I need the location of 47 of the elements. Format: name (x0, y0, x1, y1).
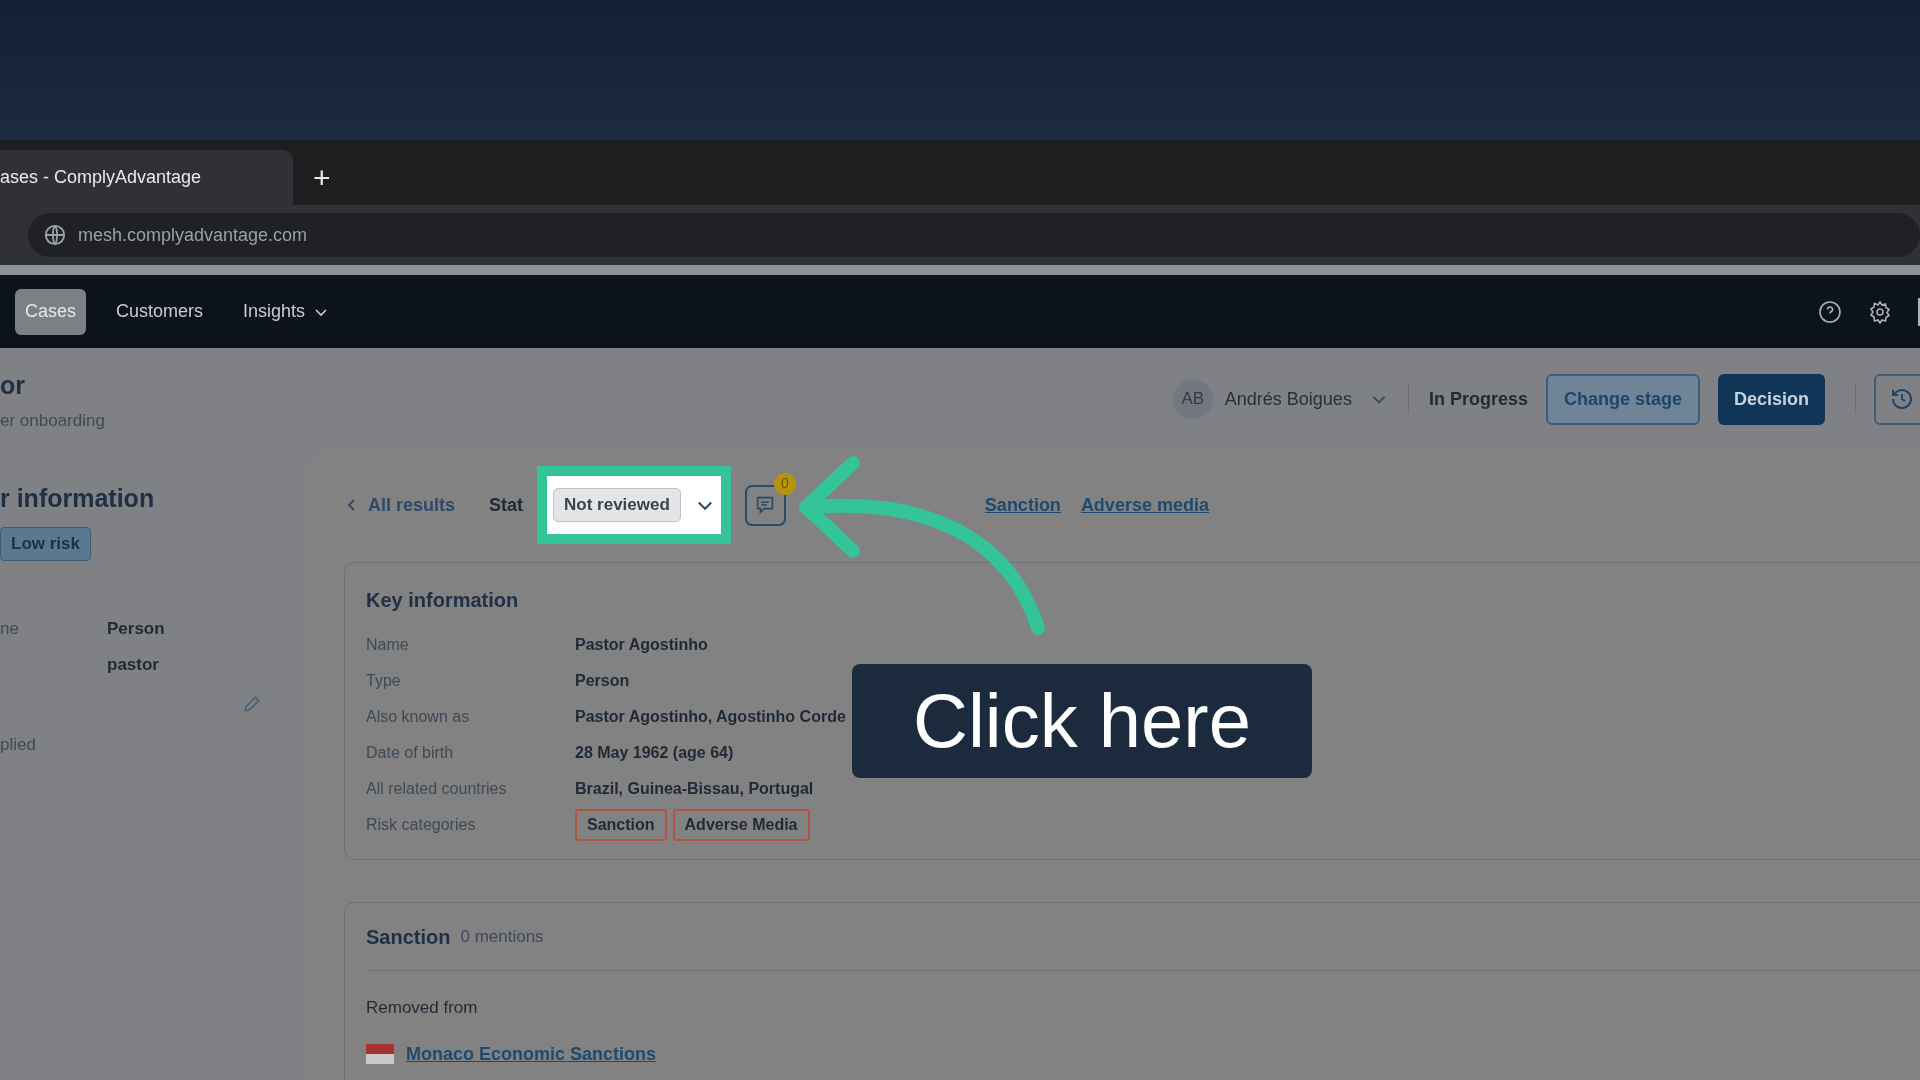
section-title: r information (0, 482, 156, 514)
history-button[interactable] (1874, 373, 1920, 425)
callout-label: Click here (852, 664, 1312, 778)
field-label: Name (366, 635, 410, 655)
decision-button[interactable]: Decision (1717, 373, 1825, 425)
url-text: mesh.complyadvantage.com (78, 223, 308, 247)
risk-badge: Low risk (0, 527, 91, 561)
field-value: 28 May 1962 (age 64) (575, 743, 734, 763)
field-label: ne (0, 618, 19, 638)
nav-tab[interactable]: Insights (233, 288, 340, 335)
avatar: AB (1172, 379, 1213, 419)
field-label: Type (366, 671, 402, 691)
history-icon (1890, 387, 1914, 411)
field-value: Pastor Agostinho, Agostinho Corde (575, 707, 846, 727)
field-value: pastor (107, 653, 159, 672)
flag-icon (366, 1044, 394, 1064)
field-label: Also known as (366, 707, 471, 727)
field-value: Person (107, 617, 165, 636)
help-icon[interactable] (1818, 299, 1842, 324)
settings-icon[interactable] (1868, 299, 1892, 324)
field-value: Brazil, Guinea-Bissau, Portugal (575, 779, 814, 799)
mentions-count: 0 mentions (460, 925, 544, 948)
field-label: Risk categories (366, 815, 477, 835)
status-label: Stat (489, 493, 524, 517)
pencil-icon[interactable] (242, 693, 262, 714)
risk-tag: Sanction (575, 809, 667, 841)
status-dropdown[interactable]: Not reviewed (553, 488, 681, 522)
nav-tab[interactable]: Cases (15, 288, 87, 335)
card-title: Sanction (366, 924, 451, 950)
removed-label: Removed from (366, 997, 479, 1019)
field-label: plied (0, 733, 37, 756)
field-label: Date of birth (366, 743, 455, 763)
field-value: Person (575, 671, 630, 691)
risk-tag: Adverse Media (672, 809, 810, 841)
assignee-name[interactable]: Andrés Boigues (1224, 385, 1352, 413)
browser-tab[interactable]: ases - ComplyAdvantage (0, 150, 293, 205)
field-value: Pastor Agostinho (575, 635, 708, 655)
address-bar[interactable]: mesh.complyadvantage.com (28, 213, 1920, 257)
new-tab-button[interactable]: + (313, 163, 331, 193)
count-badge: 0 (773, 472, 796, 495)
field-label: All related countries (366, 779, 508, 799)
nav-tab[interactable]: Customers (106, 288, 214, 335)
globe-icon (44, 224, 66, 246)
case-title: or (0, 373, 26, 398)
case-subtitle: er onboarding (0, 410, 106, 432)
card-title: Key information (366, 588, 520, 613)
stage-label: In Progress (1428, 387, 1528, 411)
